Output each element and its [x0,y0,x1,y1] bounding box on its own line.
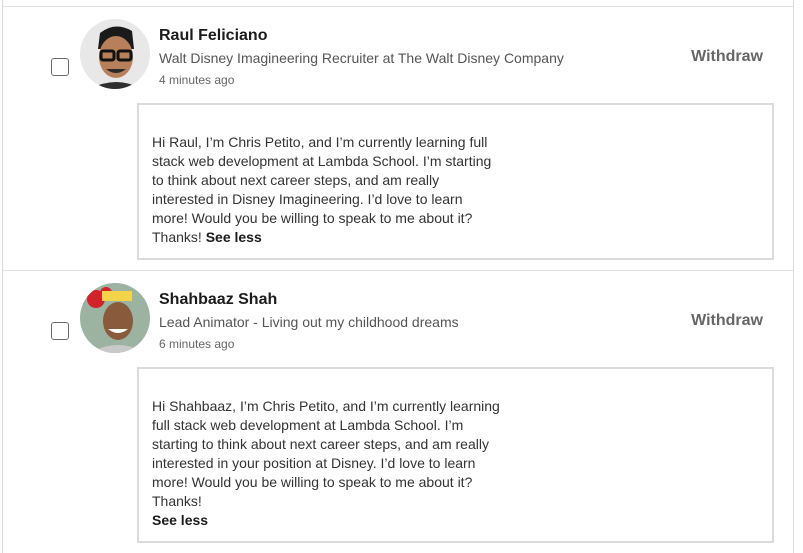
select-checkbox[interactable] [51,58,69,76]
see-less-link[interactable]: See less [206,229,262,245]
message-body: Hi Raul, I’m Chris Petito, and I’m curre… [152,134,492,245]
divider [3,6,793,7]
see-less-link[interactable]: See less [152,511,502,530]
person-headline: Walt Disney Imagineering Recruiter at Th… [159,50,564,66]
sent-time: 4 minutes ago [159,73,235,87]
avatar[interactable] [80,19,150,89]
sent-time: 6 minutes ago [159,337,235,351]
sent-invitations-list: Raul Feliciano Walt Disney Imagineering … [2,0,794,553]
message-body: Hi Shahbaaz, I’m Chris Petito, and I’m c… [152,398,500,509]
person-headline: Lead Animator - Living out my childhood … [159,314,459,330]
withdraw-button[interactable]: Withdraw [691,312,763,330]
person-name[interactable]: Raul Feliciano [159,27,267,45]
message-box: Hi Shahbaaz, I’m Chris Petito, and I’m c… [137,367,774,543]
message-text: Hi Shahbaaz, I’m Chris Petito, and I’m c… [152,397,502,530]
person-name[interactable]: Shahbaaz Shah [159,291,277,309]
withdraw-button[interactable]: Withdraw [691,48,763,66]
message-box: Hi Raul, I’m Chris Petito, and I’m curre… [137,103,774,260]
divider [3,270,793,271]
message-text: Hi Raul, I’m Chris Petito, and I’m curre… [152,133,502,247]
avatar[interactable] [80,283,150,353]
select-checkbox[interactable] [51,322,69,340]
